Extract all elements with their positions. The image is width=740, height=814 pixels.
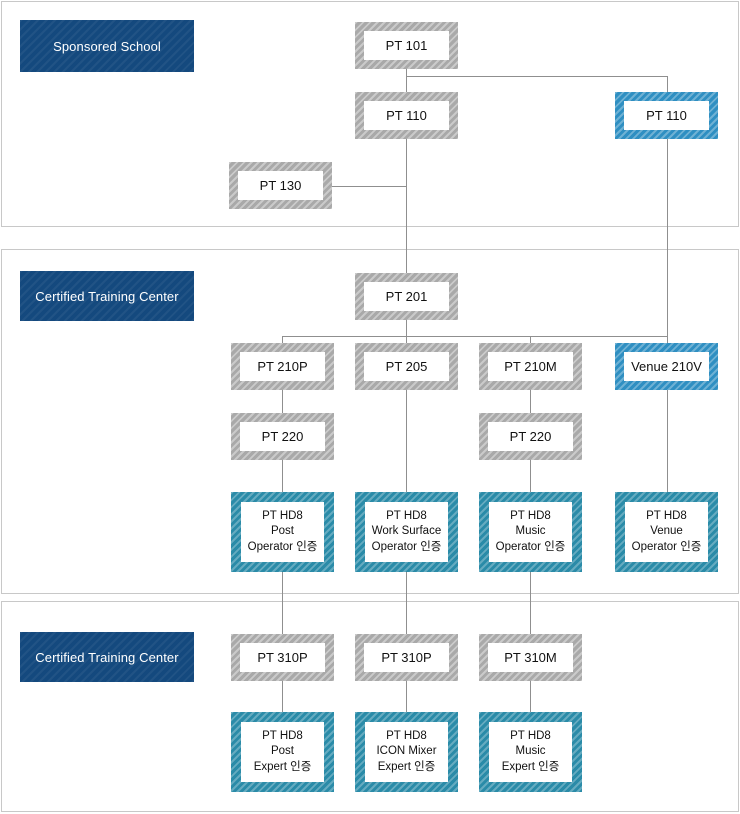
cert-line-1: PT HD8 (386, 729, 427, 742)
node-pt110-b[interactable]: PT 110 (615, 92, 718, 139)
connector-bus-pt101-right (406, 76, 667, 77)
node-pt110-a[interactable]: PT 110 (355, 92, 458, 139)
node-pt210p-label: PT 210P (240, 352, 325, 381)
node-cert-post-expert[interactable]: PT HD8 Post Expert 인증 (231, 712, 334, 792)
node-pt310m-label: PT 310M (488, 643, 573, 672)
cert-line-3: Operator 인증 (247, 540, 318, 553)
cert-line-3: Operator 인증 (371, 540, 442, 553)
node-pt310p-b-label: PT 310P (364, 643, 449, 672)
node-cert-music-expert-label: PT HD8 Music Expert 인증 (489, 722, 572, 782)
connector-pt210m-pt220b (530, 390, 531, 415)
node-venue-210v[interactable]: Venue 210V (615, 343, 718, 390)
cert-line-2: ICON Mixer (376, 745, 437, 758)
connector-venue210v-cert (667, 390, 668, 493)
node-cert-venue-operator-label: PT HD8 Venue Operator 인증 (625, 502, 708, 562)
cert-line-3: Expert 인증 (253, 760, 312, 773)
cert-line-2: Venue (650, 525, 683, 538)
connector-pt310m-cert (530, 681, 531, 713)
connector-pt110a-down (406, 139, 407, 274)
node-cert-icon-mixer-expert[interactable]: PT HD8 ICON Mixer Expert 인증 (355, 712, 458, 792)
node-pt310p-a[interactable]: PT 310P (231, 634, 334, 681)
connector-bus-pt201 (282, 336, 668, 337)
cert-line-3: Expert 인증 (501, 760, 560, 773)
node-pt101[interactable]: PT 101 (355, 22, 458, 69)
section-label-certified-training-center-2: Certified Training Center (20, 632, 194, 682)
node-cert-post-operator[interactable]: PT HD8 Post Operator 인증 (231, 492, 334, 572)
cert-line-2: Music (515, 525, 546, 538)
connector-pt130-right (330, 186, 407, 187)
cert-line-1: PT HD8 (262, 729, 303, 742)
connector-pt205-cert (406, 390, 407, 493)
section-label-certified-training-center-1: Certified Training Center (20, 271, 194, 321)
node-cert-post-operator-label: PT HD8 Post Operator 인증 (241, 502, 324, 562)
cert-line-2: Post (270, 745, 294, 758)
connector-pt310p-b-cert (406, 681, 407, 713)
node-pt210p[interactable]: PT 210P (231, 343, 334, 390)
cert-line-1: PT HD8 (646, 509, 687, 522)
node-pt210m-label: PT 210M (488, 352, 573, 381)
connector-pt220b-cert (530, 460, 531, 493)
node-cert-music-operator-label: PT HD8 Music Operator 인증 (489, 502, 572, 562)
node-venue-210v-label: Venue 210V (624, 352, 709, 381)
node-pt310p-b[interactable]: PT 310P (355, 634, 458, 681)
node-cert-music-operator[interactable]: PT HD8 Music Operator 인증 (479, 492, 582, 572)
node-pt220-a[interactable]: PT 220 (231, 413, 334, 460)
node-pt130-label: PT 130 (238, 171, 323, 200)
node-pt310m[interactable]: PT 310M (479, 634, 582, 681)
cert-line-2: Work Surface (371, 525, 442, 538)
connector-pt110b-down (667, 139, 668, 344)
connector-pt201-down (406, 320, 407, 344)
flowchart-diagram: Sponsored School Certified Training Cent… (0, 0, 740, 814)
node-cert-music-expert[interactable]: PT HD8 Music Expert 인증 (479, 712, 582, 792)
node-pt310p-a-label: PT 310P (240, 643, 325, 672)
node-pt205[interactable]: PT 205 (355, 343, 458, 390)
node-pt210m[interactable]: PT 210M (479, 343, 582, 390)
node-pt205-label: PT 205 (364, 352, 449, 381)
connector-cert-work-to-pt310p (406, 572, 407, 636)
node-pt220-a-label: PT 220 (240, 422, 325, 451)
cert-line-3: Operator 인증 (495, 540, 566, 553)
node-pt201[interactable]: PT 201 (355, 273, 458, 320)
node-pt110-a-label: PT 110 (364, 101, 449, 130)
cert-line-1: PT HD8 (262, 509, 303, 522)
node-pt220-b-label: PT 220 (488, 422, 573, 451)
connector-pt220a-cert (282, 460, 283, 493)
node-cert-work-surface-operator[interactable]: PT HD8 Work Surface Operator 인증 (355, 492, 458, 572)
node-cert-work-surface-operator-label: PT HD8 Work Surface Operator 인증 (365, 502, 448, 562)
connector-cert-post-to-pt310p (282, 572, 283, 636)
cert-line-3: Operator 인증 (631, 540, 702, 553)
cert-line-1: PT HD8 (510, 729, 551, 742)
node-pt201-label: PT 201 (364, 282, 449, 311)
cert-line-2: Music (515, 745, 546, 758)
connector-cert-music-to-pt310m (530, 572, 531, 636)
node-pt220-b[interactable]: PT 220 (479, 413, 582, 460)
connector-pt310p-a-cert (282, 681, 283, 713)
node-cert-post-expert-label: PT HD8 Post Expert 인증 (241, 722, 324, 782)
node-pt130[interactable]: PT 130 (229, 162, 332, 209)
section-label-sponsored-school: Sponsored School (20, 20, 194, 72)
connector-pt210p-pt220a (282, 390, 283, 415)
cert-line-2: Post (270, 525, 294, 538)
node-cert-venue-operator[interactable]: PT HD8 Venue Operator 인증 (615, 492, 718, 572)
node-cert-icon-mixer-expert-label: PT HD8 ICON Mixer Expert 인증 (365, 722, 448, 782)
node-pt101-label: PT 101 (364, 31, 449, 60)
cert-line-3: Expert 인증 (377, 760, 436, 773)
cert-line-1: PT HD8 (510, 509, 551, 522)
node-pt110-b-label: PT 110 (624, 101, 709, 130)
cert-line-1: PT HD8 (386, 509, 427, 522)
